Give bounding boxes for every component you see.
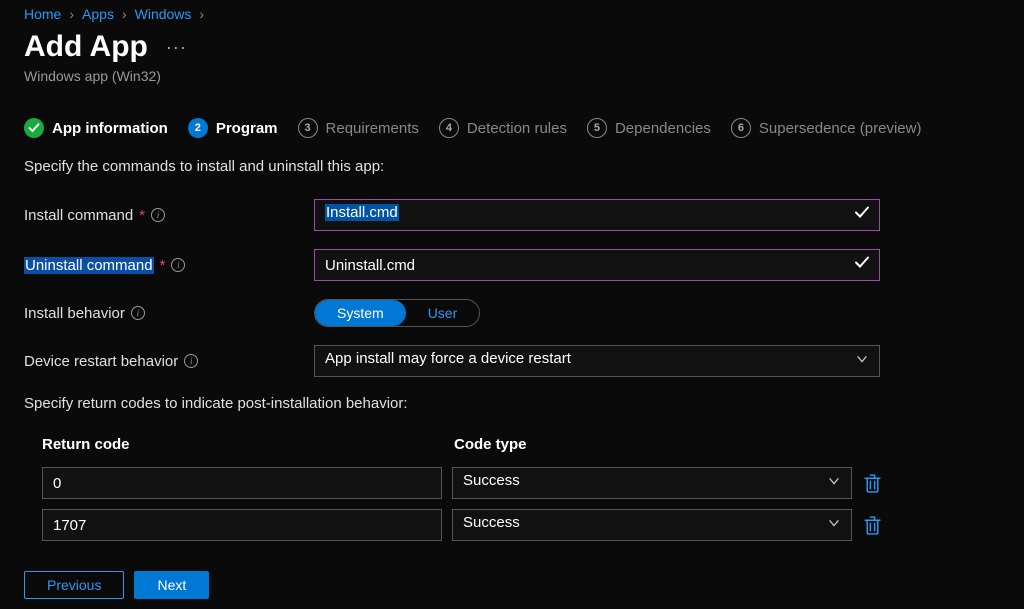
row-install-command: Install command * i Install.cmd [24, 199, 1004, 231]
chevron-right-icon: › [199, 6, 204, 22]
chevron-right-icon: › [122, 6, 127, 22]
chevron-down-icon [827, 474, 841, 492]
code-type-value: Success [463, 472, 520, 489]
restart-behavior-value: App install may force a device restart [325, 350, 571, 367]
page-title: Add App [24, 30, 148, 64]
install-command-input[interactable]: Install.cmd [314, 199, 880, 231]
install-command-value: Install.cmd [325, 204, 399, 221]
previous-button[interactable]: Previous [24, 571, 124, 599]
delete-row-button[interactable] [862, 513, 882, 537]
code-type-value: Success [463, 514, 520, 531]
step-label: Dependencies [615, 120, 711, 137]
breadcrumb: Home › Apps › Windows › [24, 6, 1004, 22]
step-number-icon: 3 [298, 118, 318, 138]
chevron-down-icon [855, 352, 869, 370]
step-program[interactable]: 2 Program [188, 118, 278, 138]
checkmark-icon [854, 255, 870, 276]
checkmark-icon [854, 205, 870, 226]
uninstall-command-input[interactable] [314, 249, 880, 281]
wizard-footer: Previous Next [24, 571, 209, 599]
install-behavior-system[interactable]: System [315, 300, 406, 326]
step-supersedence[interactable]: 6 Supersedence (preview) [731, 118, 922, 138]
page-subtitle: Windows app (Win32) [24, 68, 1004, 84]
table-row: Success [42, 509, 902, 541]
step-label: App information [52, 120, 168, 137]
wizard-steps: App information 2 Program 3 Requirements… [24, 118, 1004, 138]
breadcrumb-apps[interactable]: Apps [82, 6, 114, 22]
row-uninstall-command: Uninstall command * i [24, 249, 1004, 281]
required-icon: * [139, 207, 145, 224]
info-icon[interactable]: i [184, 354, 198, 368]
step-label: Requirements [326, 120, 419, 137]
chevron-down-icon [827, 516, 841, 534]
step-label: Supersedence (preview) [759, 120, 922, 137]
install-behavior-label: Install behavior [24, 305, 125, 322]
step-number-icon: 5 [587, 118, 607, 138]
required-icon: * [160, 257, 166, 274]
delete-row-button[interactable] [862, 471, 882, 495]
restart-behavior-label: Device restart behavior [24, 353, 178, 370]
return-code-input[interactable] [42, 467, 442, 499]
header-code-type: Code type [454, 436, 854, 453]
return-code-input[interactable] [42, 509, 442, 541]
step-number-icon: 4 [439, 118, 459, 138]
restart-behavior-select[interactable]: App install may force a device restart [314, 345, 880, 377]
step-app-information[interactable]: App information [24, 118, 168, 138]
row-install-behavior: Install behavior i System User [24, 299, 1004, 327]
page-title-row: Add App ··· [24, 30, 1004, 64]
form-instruction-1: Specify the commands to install and unin… [24, 158, 1004, 175]
breadcrumb-windows[interactable]: Windows [135, 6, 192, 22]
info-icon[interactable]: i [151, 208, 165, 222]
step-number-icon: 6 [731, 118, 751, 138]
breadcrumb-home[interactable]: Home [24, 6, 61, 22]
install-command-label: Install command [24, 207, 133, 224]
step-label: Detection rules [467, 120, 567, 137]
checkmark-icon [24, 118, 44, 138]
step-detection-rules[interactable]: 4 Detection rules [439, 118, 567, 138]
return-codes-table: Return code Code type Success Success [42, 436, 902, 541]
step-label: Program [216, 120, 278, 137]
next-button[interactable]: Next [134, 571, 209, 599]
table-row: Success [42, 467, 902, 499]
step-dependencies[interactable]: 5 Dependencies [587, 118, 711, 138]
code-type-select[interactable]: Success [452, 509, 852, 541]
step-requirements[interactable]: 3 Requirements [298, 118, 419, 138]
more-actions-icon[interactable]: ··· [166, 37, 187, 58]
install-behavior-toggle: System User [314, 299, 480, 327]
row-restart-behavior: Device restart behavior i App install ma… [24, 345, 1004, 377]
info-icon[interactable]: i [131, 306, 145, 320]
step-number-icon: 2 [188, 118, 208, 138]
header-return-code: Return code [42, 436, 454, 453]
trash-icon [864, 474, 881, 493]
form-instruction-2: Specify return codes to indicate post-in… [24, 395, 1004, 412]
code-type-select[interactable]: Success [452, 467, 852, 499]
info-icon[interactable]: i [171, 258, 185, 272]
trash-icon [864, 516, 881, 535]
install-behavior-user[interactable]: User [406, 300, 480, 326]
uninstall-command-label: Uninstall command [24, 257, 154, 274]
chevron-right-icon: › [69, 6, 74, 22]
